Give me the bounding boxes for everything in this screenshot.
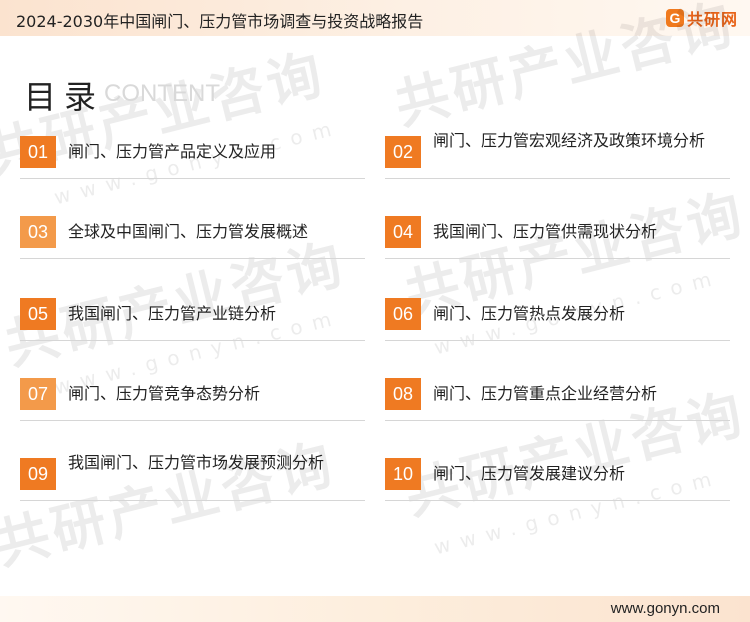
toc-item-number: 09: [20, 458, 56, 490]
toc-item[interactable]: 01 闸门、压力管产品定义及应用: [20, 122, 365, 179]
report-footer: www.gonyn.com: [0, 596, 750, 622]
toc-item-number: 02: [385, 136, 421, 168]
report-title: 2024-2030年中国闸门、压力管市场调查与投资战略报告: [16, 12, 424, 31]
toc-item[interactable]: 03 全球及中国闸门、压力管发展概述: [20, 202, 365, 259]
toc-item[interactable]: 06 闸门、压力管热点发展分析: [385, 284, 730, 341]
toc-item-number: 05: [20, 298, 56, 330]
toc-item-label: 闸门、压力管竞争态势分析: [68, 384, 261, 403]
toc-item[interactable]: 09 我国闸门、压力管市场发展预测分析: [20, 444, 365, 501]
brand-name: 共研网: [686, 10, 738, 29]
toc-item-number: 04: [385, 216, 421, 248]
toc-item[interactable]: 10 闸门、压力管发展建议分析: [385, 444, 730, 501]
brand-logo: G 共研网: [665, 7, 738, 29]
toc-item[interactable]: 04 我国闸门、压力管供需现状分析: [385, 202, 730, 259]
toc-item[interactable]: 05 我国闸门、压力管产业链分析: [20, 284, 365, 341]
toc-title: 目录: [24, 78, 105, 116]
toc-item-label: 我国闸门、压力管供需现状分析: [433, 222, 658, 241]
toc-item-number: 10: [385, 458, 421, 490]
toc-item-number: 08: [385, 378, 421, 410]
toc-item-number: 06: [385, 298, 421, 330]
toc-item-label: 闸门、压力管产品定义及应用: [68, 142, 277, 161]
toc-item-number: 03: [20, 216, 56, 248]
toc-item-number: 07: [20, 378, 56, 410]
toc-subtitle: CONTENT: [104, 80, 220, 107]
toc-item[interactable]: 08 闸门、压力管重点企业经营分析: [385, 364, 730, 421]
toc-item-label: 闸门、压力管宏观经济及政策环境分析: [433, 131, 706, 150]
toc-item[interactable]: 02 闸门、压力管宏观经济及政策环境分析: [385, 122, 730, 179]
toc-item-label: 闸门、压力管发展建议分析: [433, 464, 626, 483]
toc-item-label: 闸门、压力管热点发展分析: [433, 304, 626, 323]
report-header: 2024-2030年中国闸门、压力管市场调查与投资战略报告 G 共研网: [0, 0, 750, 36]
toc-item[interactable]: 07 闸门、压力管竞争态势分析: [20, 364, 365, 421]
footer-url[interactable]: www.gonyn.com: [611, 600, 720, 617]
brand-mark-icon: G: [665, 9, 684, 27]
toc-item-label: 我国闸门、压力管市场发展预测分析: [68, 453, 325, 472]
toc-item-label: 我国闸门、压力管产业链分析: [68, 304, 277, 323]
toc-item-number: 01: [20, 136, 56, 168]
toc-item-label: 全球及中国闸门、压力管发展概述: [68, 222, 309, 241]
toc-item-label: 闸门、压力管重点企业经营分析: [433, 384, 658, 403]
